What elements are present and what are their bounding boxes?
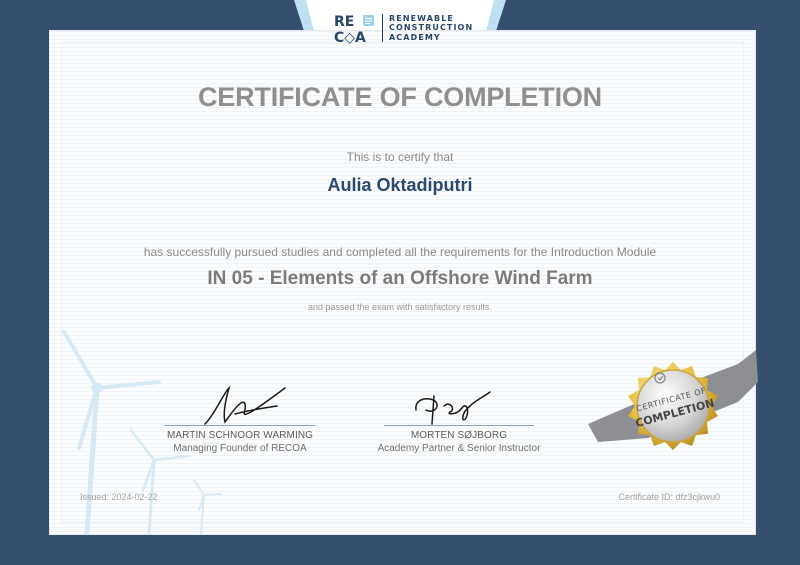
certificate-title: CERTIFICATE OF COMPLETION (198, 82, 602, 112)
signatory-sojborg: MORTEN SØJBORG Academy Partner & Senior … (369, 425, 549, 454)
logo-divider (382, 14, 383, 42)
logo-mark-bottom: C◇A (334, 30, 366, 44)
signatory-warming: MARTIN SCHNOOR WARMING Managing Founder … (150, 425, 330, 454)
recipient-name: Aulia Oktadiputri (327, 175, 473, 195)
logo-mark-top: RE (334, 14, 354, 30)
signature-warming (204, 385, 286, 425)
signatory-role: Managing Founder of RECOA (173, 443, 307, 454)
logo-line-construction: CONSTRUCTION (389, 23, 474, 33)
completion-statement: has successfully pursued studies and com… (143, 245, 657, 259)
certificate-id: Certificate ID: dfz3cjkwu0 (618, 492, 720, 502)
signatory-name: MORTEN SØJBORG (410, 430, 508, 441)
completion-seal: CERTIFICATE OF COMPLETION (588, 350, 758, 450)
signatory-role: Academy Partner & Senior Instructor (377, 443, 541, 454)
logo-line-renewable: RENEWABLE (389, 13, 455, 23)
signature-sojborg (415, 391, 491, 425)
signature-line (165, 425, 315, 426)
recoa-logo-mark: RE C◇A (334, 12, 378, 46)
logo-line-academy: ACADEMY (389, 32, 441, 42)
signatory-name: MARTIN SCHNOOR WARMING (166, 430, 314, 441)
certify-intro: This is to certify that (346, 150, 454, 164)
exam-result: and passed the exam with satisfactory re… (307, 302, 493, 312)
issued-date: Issued: 2024-02-22 (80, 492, 158, 502)
module-title: IN 05 - Elements of an Offshore Wind Far… (207, 268, 593, 289)
recoa-logo: RE C◇A RENEWABLE CONSTRUCTION ACADEMY (334, 12, 473, 46)
signature-line (384, 425, 534, 426)
logo-wordmark: RENEWABLE CONSTRUCTION ACADEMY (389, 14, 473, 43)
